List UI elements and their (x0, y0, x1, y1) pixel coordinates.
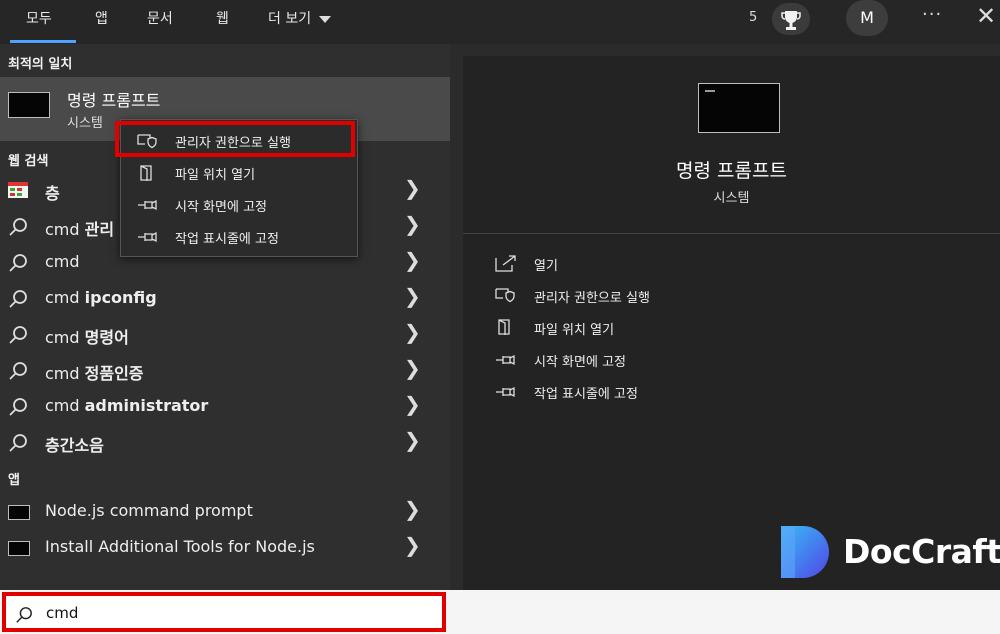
pin-icon (138, 199, 157, 211)
tab-more-label: 더 보기 (268, 11, 312, 27)
terminal-icon (8, 92, 50, 118)
rewards-button[interactable] (772, 3, 810, 35)
action-run-as-admin[interactable]: 관리자 권한으로 실행 (495, 283, 895, 311)
chevron-right-icon[interactable]: ❯ (404, 176, 421, 200)
app-result-row[interactable]: Install Additional Tools for Node.js ❯ (0, 530, 450, 564)
web-result-row[interactable]: cmd 정품인증 ❯ (0, 353, 450, 387)
best-match-title: 명령 프롬프트 (67, 91, 161, 110)
folder-icon (498, 319, 510, 335)
web-result-row[interactable]: cmd ipconfig ❯ (0, 281, 450, 315)
chevron-down-icon (319, 15, 332, 23)
web-result-label: cmd administrator (45, 396, 209, 415)
chevron-right-icon[interactable]: ❯ (404, 428, 421, 452)
tab-web[interactable]: 웹 (216, 8, 229, 28)
terminal-icon (8, 541, 30, 556)
avatar[interactable]: M (846, 0, 888, 36)
close-icon[interactable]: ✕ (976, 2, 996, 30)
search-input[interactable]: cmd (2, 592, 446, 632)
rewards-points: 5 (749, 10, 758, 25)
trophy-icon (781, 11, 801, 30)
section-apps: 앱 (8, 473, 20, 488)
action-pin-start[interactable]: 시작 화면에 고정 (495, 347, 895, 375)
action-label: 작업 표시줄에 고정 (534, 387, 638, 402)
divider (463, 233, 1000, 234)
app-result-label: Node.js command prompt (45, 501, 253, 520)
action-label: 관리자 권한으로 실행 (534, 291, 650, 306)
tab-all[interactable]: 모두 (26, 8, 52, 28)
open-icon (495, 255, 516, 272)
web-result-row[interactable]: cmd 명령어 ❯ (0, 317, 450, 351)
action-label: 파일 위치 열기 (534, 323, 615, 338)
highlight-box (115, 121, 355, 157)
web-result-label: 층간소음 (45, 436, 104, 455)
chevron-right-icon[interactable]: ❯ (404, 248, 421, 272)
terminal-icon (8, 505, 30, 520)
action-pin-taskbar[interactable]: 작업 표시줄에 고정 (495, 379, 895, 407)
best-match-subtitle: 시스템 (67, 116, 103, 131)
web-result-label: cmd 정품인증 (45, 364, 144, 383)
web-result-row[interactable]: cmd administrator ❯ (0, 389, 450, 423)
chevron-right-icon[interactable]: ❯ (404, 212, 421, 236)
action-label: 시작 화면에 고정 (534, 355, 626, 370)
search-icon (16, 607, 32, 623)
active-tab-indicator (10, 40, 76, 43)
web-result-label: cmd (45, 252, 80, 271)
pin-icon (138, 231, 157, 243)
context-menu-label: 파일 위치 열기 (175, 168, 256, 183)
chevron-right-icon[interactable]: ❯ (404, 533, 421, 557)
more-options-icon[interactable]: ··· (922, 4, 942, 25)
terminal-cursor (705, 90, 715, 92)
search-icon (9, 434, 27, 452)
context-menu-item-pin-taskbar[interactable]: 작업 표시줄에 고정 (121, 222, 357, 252)
chevron-right-icon[interactable]: ❯ (404, 284, 421, 308)
chevron-right-icon[interactable]: ❯ (404, 320, 421, 344)
doccraft-logo-icon (781, 526, 829, 578)
search-icon (9, 326, 27, 344)
search-icon (9, 398, 27, 416)
context-menu-item-open-file-location[interactable]: 파일 위치 열기 (121, 158, 357, 188)
preview-subtitle: 시스템 (713, 191, 750, 206)
pin-icon (496, 354, 515, 366)
web-result-label: 층 (45, 184, 60, 203)
search-icon (9, 254, 27, 272)
action-open[interactable]: 열기 (495, 251, 895, 279)
folder-icon (140, 165, 152, 181)
context-menu-label: 작업 표시줄에 고정 (175, 232, 279, 247)
tab-apps[interactable]: 앱 (95, 8, 108, 28)
action-label: 열기 (534, 259, 558, 274)
shield-icon (495, 288, 515, 303)
chevron-right-icon[interactable]: ❯ (404, 392, 421, 416)
pin-icon (496, 386, 515, 398)
web-result-row[interactable]: 층간소음 ❯ (0, 425, 450, 459)
preview-title: 명령 프롬프트 (676, 160, 787, 182)
search-icon (9, 218, 27, 236)
context-menu-label: 시작 화면에 고정 (175, 200, 267, 215)
tab-documents[interactable]: 문서 (147, 8, 173, 28)
search-icon (9, 362, 27, 380)
tab-more[interactable]: 더 보기 (268, 8, 332, 28)
context-menu-item-pin-start[interactable]: 시작 화면에 고정 (121, 190, 357, 220)
action-open-file-location[interactable]: 파일 위치 열기 (495, 315, 895, 343)
section-best-match: 최적의 일치 (8, 57, 73, 72)
terminal-icon (698, 83, 780, 133)
web-result-label: cmd 명령어 (45, 328, 129, 347)
chevron-right-icon[interactable]: ❯ (404, 356, 421, 380)
web-result-label: cmd 관리 (45, 220, 115, 239)
doccraft-logo-text: DocCraft (843, 532, 1000, 571)
search-icon (9, 290, 27, 308)
web-thumbnail-icon (8, 182, 28, 198)
search-input-value: cmd (46, 604, 79, 622)
section-web-search: 웹 검색 (8, 154, 49, 169)
top-bar: 모두 앱 문서 웹 더 보기 5 M ··· ✕ (0, 0, 1000, 44)
app-result-row[interactable]: Node.js command prompt ❯ (0, 494, 450, 528)
app-result-label: Install Additional Tools for Node.js (45, 537, 315, 556)
web-result-label: cmd ipconfig (45, 288, 157, 307)
chevron-right-icon[interactable]: ❯ (404, 497, 421, 521)
